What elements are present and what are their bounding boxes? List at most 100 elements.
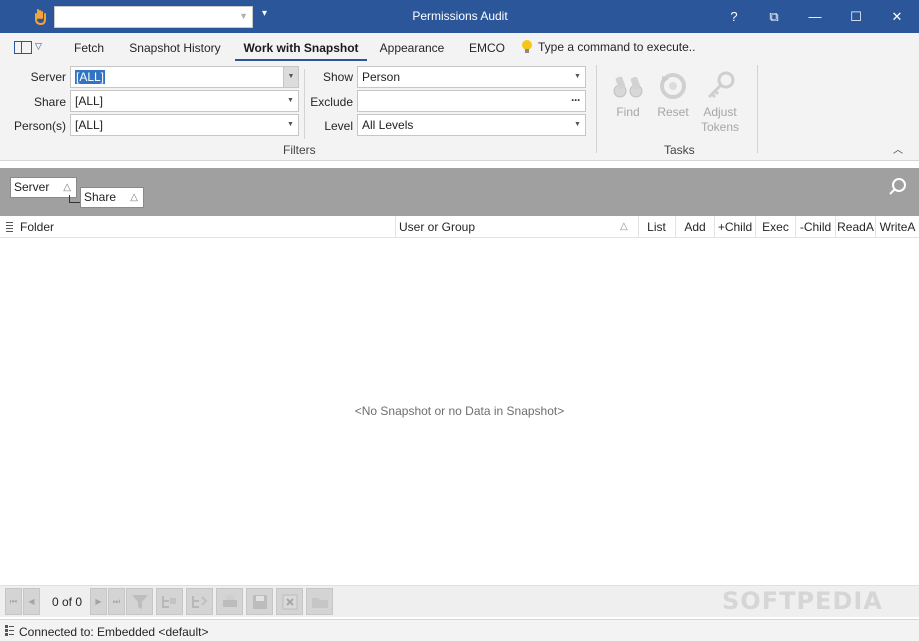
tab-appearance[interactable]: Appearance [374, 33, 450, 61]
persons-label: Person(s) [13, 119, 66, 133]
column-header-folder[interactable]: Folder [16, 216, 396, 238]
open-folder-button[interactable] [306, 588, 333, 615]
sort-ascending-icon: △ [620, 221, 628, 232]
tab-emco[interactable]: EMCO [462, 33, 512, 61]
server-select[interactable]: [ALL] ▼ [70, 66, 299, 88]
print-icon [222, 594, 237, 607]
group-divider [757, 65, 758, 153]
last-page-button[interactable]: ⏭ [108, 588, 125, 615]
share-select[interactable]: [ALL] ▼ [70, 90, 299, 112]
reset-button[interactable]: Reset [653, 71, 693, 120]
connection-status-text: Connected to: Embedded <default> [19, 625, 209, 639]
empty-grid-message: <No Snapshot or no Data in Snapshot> [354, 404, 565, 418]
exclude-field[interactable]: ··· [357, 90, 586, 112]
ellipsis-icon[interactable]: ··· [571, 90, 581, 110]
binoculars-icon [613, 76, 643, 98]
save-icon [252, 594, 267, 609]
print-button[interactable] [216, 588, 243, 615]
expand-all-button[interactable] [156, 588, 183, 615]
level-select-value: All Levels [362, 118, 414, 132]
save-button[interactable] [246, 588, 273, 615]
watermark: SOFTPEDIA [722, 587, 883, 615]
ribbon-tab-bar: ▽ Fetch Snapshot History Work with Snaps… [0, 33, 919, 61]
reset-label: Reset [657, 105, 689, 119]
sort-ascending-icon: △ [130, 192, 138, 203]
share-label: Share [33, 95, 66, 109]
filter-button[interactable] [126, 588, 153, 615]
chevron-down-icon[interactable]: ▼ [570, 115, 585, 135]
page-info: 0 of 0 [51, 595, 83, 609]
chevron-down-icon[interactable]: ▼ [283, 115, 298, 135]
chevron-down-icon: ▼ [239, 11, 248, 21]
status-bar: Connected to: Embedded <default> [0, 619, 919, 641]
column-header-remove-child[interactable]: -Child [796, 216, 836, 238]
window-title: Permissions Audit [412, 9, 508, 23]
navigation-pane-icon[interactable] [14, 41, 32, 54]
column-header-list[interactable]: List [638, 216, 676, 238]
exclude-label: Exclude [310, 95, 353, 109]
level-select[interactable]: All Levels ▼ [357, 114, 586, 136]
tab-work-with-snapshot[interactable]: Work with Snapshot [235, 33, 367, 61]
show-label: Show [322, 70, 353, 84]
tab-snapshot-history[interactable]: Snapshot History [124, 33, 226, 61]
minimize-button[interactable]: — [795, 0, 835, 33]
persons-select[interactable]: [ALL] ▼ [70, 114, 299, 136]
share-select-value: [ALL] [75, 94, 104, 108]
group-divider [596, 65, 597, 153]
chevron-down-icon[interactable]: ▼ [283, 67, 298, 87]
group-chip-label: Server [14, 180, 50, 194]
column-header-add-child[interactable]: +Child [715, 216, 756, 238]
find-button[interactable]: Find [608, 71, 648, 120]
find-label: Find [616, 105, 640, 119]
ribbon-panel: Server [ALL] ▼ Share [ALL] ▼ Person(s) [… [0, 61, 919, 161]
column-header-add[interactable]: Add [676, 216, 715, 238]
tab-fetch[interactable]: Fetch [66, 33, 112, 61]
quick-access-combo[interactable]: ▼ [54, 6, 253, 28]
ribbon-display-options-button[interactable]: ⧉ [754, 0, 794, 33]
app-hand-icon[interactable] [32, 8, 48, 26]
grid-header: Folder User or Group △ List Add +Child E… [0, 216, 919, 238]
chevron-down-icon[interactable]: ▼ [570, 67, 585, 87]
search-icon[interactable] [889, 178, 907, 196]
maximize-button[interactable]: ☐ [836, 0, 876, 33]
previous-page-button[interactable]: ◀ [23, 588, 40, 615]
tasks-group-title: Tasks [664, 143, 695, 157]
show-select[interactable]: Person ▼ [357, 66, 586, 88]
collapse-tree-icon [191, 595, 207, 608]
first-page-button[interactable]: ⏮ [5, 588, 22, 615]
reset-icon [660, 73, 686, 99]
folder-icon [311, 597, 328, 608]
group-chip-server[interactable]: Server △ [10, 177, 77, 198]
close-button[interactable]: ✕ [877, 0, 917, 33]
adjust-tokens-button[interactable]: Adjust Tokens [698, 71, 742, 135]
customize-quick-access-button[interactable]: ▾ [262, 8, 267, 19]
expand-tree-icon [161, 595, 176, 608]
server-select-value: [ALL] [75, 70, 106, 84]
chevron-down-icon[interactable]: ▼ [283, 91, 298, 111]
filters-group-title: Filters [283, 143, 316, 157]
key-icon [707, 71, 735, 99]
collapse-all-button[interactable] [186, 588, 213, 615]
group-connector [69, 195, 80, 203]
collapse-ribbon-icon[interactable]: ︿ [893, 141, 903, 156]
group-chip-share[interactable]: Share △ [80, 187, 144, 208]
adjust-tokens-label-line2: Tokens [700, 120, 740, 134]
show-select-value: Person [362, 70, 401, 84]
export-excel-button[interactable] [276, 588, 303, 615]
chevron-down-icon[interactable]: ▽ [35, 41, 42, 52]
lightbulb-icon [522, 40, 532, 53]
spreadsheet-icon [282, 594, 297, 609]
filter-icon [131, 594, 148, 609]
column-header-user-or-group[interactable]: User or Group [395, 216, 639, 238]
server-label: Server [30, 70, 66, 84]
title-bar: ▼ ▾ Permissions Audit ? ⧉ — ☐ ✕ [0, 0, 919, 33]
column-header-read-attributes[interactable]: ReadA [836, 216, 876, 238]
column-header-exec[interactable]: Exec [756, 216, 796, 238]
column-header-write-attributes[interactable]: WriteA [876, 216, 919, 238]
connection-status-icon [5, 625, 14, 636]
help-button[interactable]: ? [714, 0, 754, 33]
column-chooser-icon[interactable] [6, 222, 13, 232]
adjust-tokens-label-line1: Adjust [703, 105, 737, 119]
next-page-button[interactable]: ▶ [90, 588, 107, 615]
tell-me-command-box[interactable]: Type a command to execute.. [538, 40, 695, 54]
